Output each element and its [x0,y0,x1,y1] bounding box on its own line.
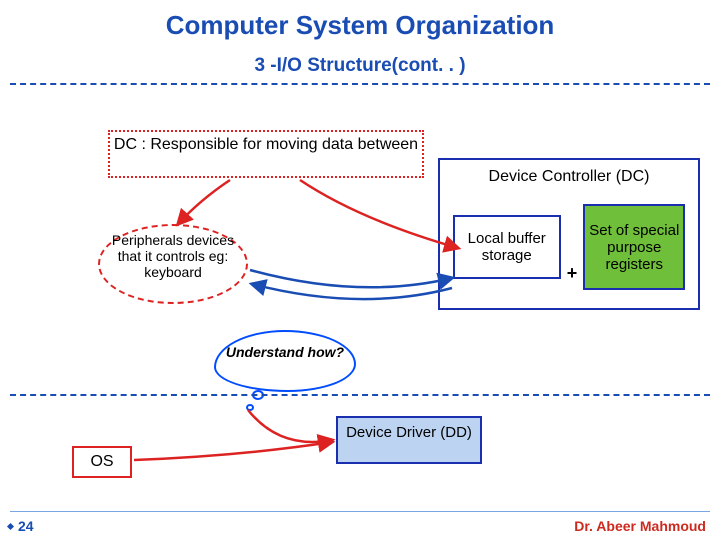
device-controller-box: Device Controller (DC) Local buffer stor… [438,158,700,310]
cloud-bubble-icon [246,404,254,411]
author-name: Dr. Abeer Mahmoud [574,518,706,534]
understand-cloud: Understand how? [220,336,350,386]
local-buffer-box: Local buffer storage [453,215,561,279]
os-box: OS [72,446,132,478]
device-controller-label: Device Controller (DC) [448,168,690,186]
page-number: 24 [18,518,34,534]
divider-middle [10,394,710,396]
slide-subtitle: 3 -I/O Structure(cont. . ) [0,55,720,77]
dc-components-row: Local buffer storage + Set of special pu… [448,204,690,290]
registers-box: Set of special purpose registers [583,204,685,290]
divider-top [10,83,710,85]
plus-sign: + [567,263,578,284]
dc-definition-box: DC : Responsible for moving data between [108,130,424,178]
peripherals-oval: Peripherals devices that it controls eg:… [98,224,248,304]
divider-footer [10,511,710,512]
device-driver-box: Device Driver (DD) [336,416,482,464]
slide-title: Computer System Organization [0,0,720,41]
